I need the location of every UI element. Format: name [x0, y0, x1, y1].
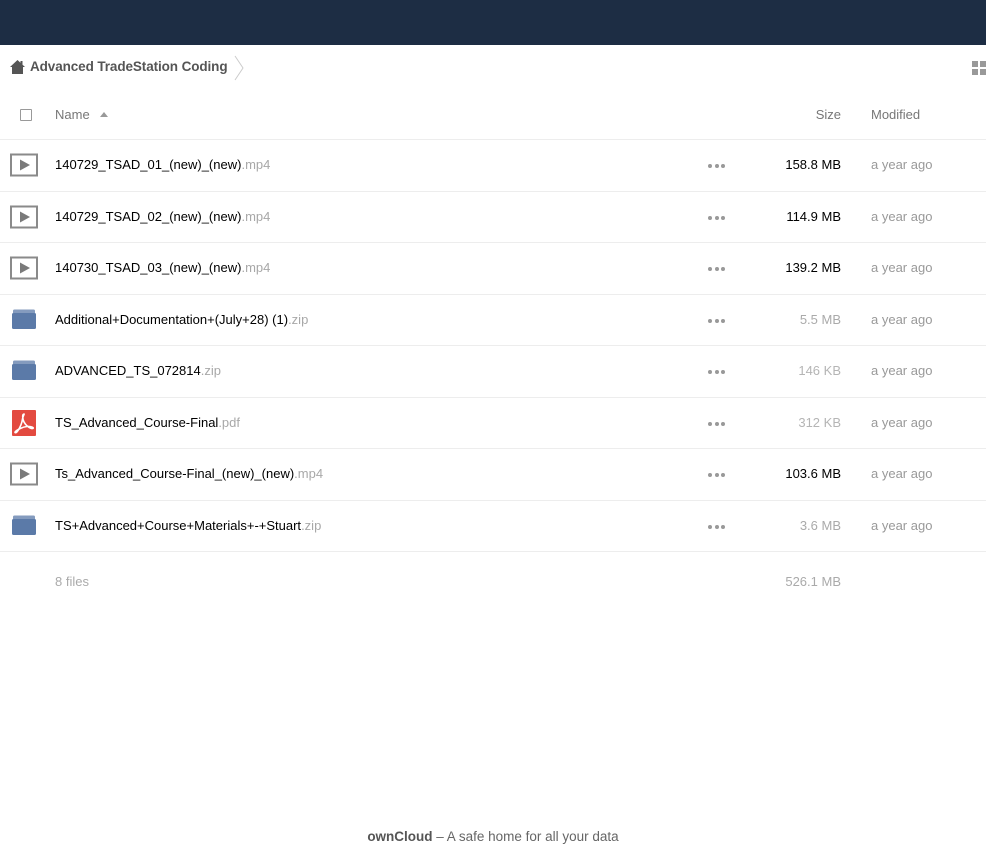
file-basename: ADVANCED_TS_072814 — [55, 363, 201, 378]
file-name[interactable]: 140729_TSAD_02_(new)_(new).mp4 — [55, 209, 270, 224]
video-file-icon — [10, 462, 38, 486]
select-all-checkbox[interactable] — [20, 109, 32, 121]
file-extension: .zip — [301, 517, 322, 533]
file-modified: a year ago — [871, 517, 933, 533]
file-basename: 140730_TSAD_03_(new)_(new) — [55, 260, 242, 275]
grid-view-icon[interactable] — [971, 60, 986, 76]
archive-file-icon — [12, 515, 36, 535]
app-window: Advanced TradeStation Coding Name Size M… — [0, 0, 986, 868]
file-size: 103.6 MB — [785, 466, 841, 481]
file-size: 312 KB — [798, 414, 841, 430]
file-basename: TS_Advanced_Course-Final — [55, 414, 219, 430]
more-actions-icon[interactable] — [708, 370, 725, 375]
file-row[interactable]: 140730_TSAD_03_(new)_(new).mp4 139.2 MB a … — [0, 243, 986, 295]
file-size: 139.2 MB — [785, 260, 841, 275]
column-size-header[interactable]: Size — [816, 107, 841, 122]
file-row[interactable]: TS_Advanced_Course-Final.pdf 312 KB a year… — [0, 398, 986, 449]
file-basename: Additional+Documentation+(July+28) (1) — [55, 311, 289, 327]
file-name[interactable]: Additional+Documentation+(July+28) (1).z… — [55, 312, 308, 327]
column-modified-header[interactable]: Modified — [871, 107, 920, 122]
file-name[interactable]: Ts_Advanced_Course-Final_(new)_(new).mp4 — [55, 466, 323, 481]
more-actions-icon[interactable] — [708, 318, 725, 324]
file-count: 8 files — [55, 574, 89, 589]
file-extension: .mp4 — [241, 260, 271, 275]
file-name[interactable]: 140730_TSAD_03_(new)_(new).mp4 — [55, 260, 270, 275]
controls-bar: Advanced TradeStation Coding — [0, 45, 986, 89]
top-header-bar — [0, 0, 986, 45]
file-extension: .mp4 — [241, 157, 271, 172]
footer-brand[interactable]: ownCloud — [367, 829, 432, 844]
video-file-icon — [10, 153, 38, 177]
file-row[interactable]: Ts_Advanced_Course-Final_(new)_(new).mp4… — [0, 449, 986, 501]
video-file-icon — [10, 256, 38, 280]
file-basename: TS+Advanced+Course+Materials+-+Stuart — [55, 517, 302, 533]
file-extension: .mp4 — [294, 466, 324, 481]
file-list-header: Name Size Modified — [0, 89, 986, 140]
file-modified: a year ago — [871, 157, 933, 172]
file-name[interactable]: 140729_TSAD_01_(new)_(new).mp4 — [55, 157, 270, 172]
file-extension: .zip — [200, 363, 221, 378]
file-row[interactable]: 140729_TSAD_02_(new)_(new).mp4 114.9 MB a … — [0, 192, 986, 243]
footer-tagline: – A safe home for all your data — [432, 829, 619, 844]
file-modified: a year ago — [871, 414, 933, 430]
file-modified: a year ago — [871, 311, 933, 327]
file-modified: a year ago — [871, 208, 933, 224]
file-basename: Ts_Advanced_Course-Final_(new)_(new) — [55, 466, 295, 481]
file-size: 146 KB — [798, 363, 841, 378]
file-modified: a year ago — [871, 260, 933, 275]
more-actions-icon[interactable] — [708, 215, 725, 221]
total-size: 526.1 MB — [785, 574, 841, 589]
sort-ascending-icon[interactable] — [100, 112, 108, 117]
column-name-header[interactable]: Name — [55, 107, 90, 122]
archive-file-icon — [12, 309, 36, 329]
file-modified: a year ago — [871, 466, 933, 481]
breadcrumb-current-folder[interactable]: Advanced TradeStation Coding — [30, 59, 228, 74]
more-actions-icon[interactable] — [708, 524, 725, 530]
file-basename: 140729_TSAD_02_(new)_(new) — [55, 208, 242, 224]
file-size: 5.5 MB — [799, 311, 841, 327]
breadcrumb-separator-icon — [234, 55, 244, 81]
file-row[interactable]: ADVANCED_TS_072814.zip 146 KB a year ago — [0, 346, 986, 398]
file-basename: 140729_TSAD_01_(new)_(new) — [55, 157, 242, 172]
footer: ownCloud – A safe home for all your data — [0, 829, 986, 844]
file-modified: a year ago — [871, 363, 933, 378]
file-extension: .pdf — [218, 414, 240, 430]
file-row[interactable]: 140729_TSAD_01_(new)_(new).mp4 158.8 MB a … — [0, 140, 986, 192]
file-extension: .mp4 — [241, 208, 271, 224]
file-name[interactable]: TS_Advanced_Course-Final.pdf — [55, 415, 240, 430]
file-size: 158.8 MB — [785, 157, 841, 172]
file-size: 114.9 MB — [786, 208, 841, 224]
file-list-summary: 8 files 526.1 MB — [0, 568, 986, 598]
video-file-icon — [10, 205, 38, 228]
more-actions-icon[interactable] — [708, 164, 725, 169]
file-size: 3.6 MB — [799, 517, 841, 533]
file-row[interactable]: Additional+Documentation+(July+28) (1).z… — [0, 295, 986, 346]
more-actions-icon[interactable] — [708, 267, 725, 272]
file-extension: .zip — [288, 311, 309, 327]
file-name[interactable]: TS+Advanced+Course+Materials+-+Stuart.zi… — [55, 518, 321, 533]
more-actions-icon[interactable] — [708, 421, 725, 427]
pdf-file-icon — [12, 409, 36, 436]
file-row[interactable]: TS+Advanced+Course+Materials+-+Stuart.zi… — [0, 501, 986, 552]
more-actions-icon[interactable] — [708, 473, 725, 478]
archive-file-icon — [12, 360, 36, 380]
home-icon[interactable] — [9, 59, 26, 75]
file-name[interactable]: ADVANCED_TS_072814.zip — [55, 363, 221, 378]
